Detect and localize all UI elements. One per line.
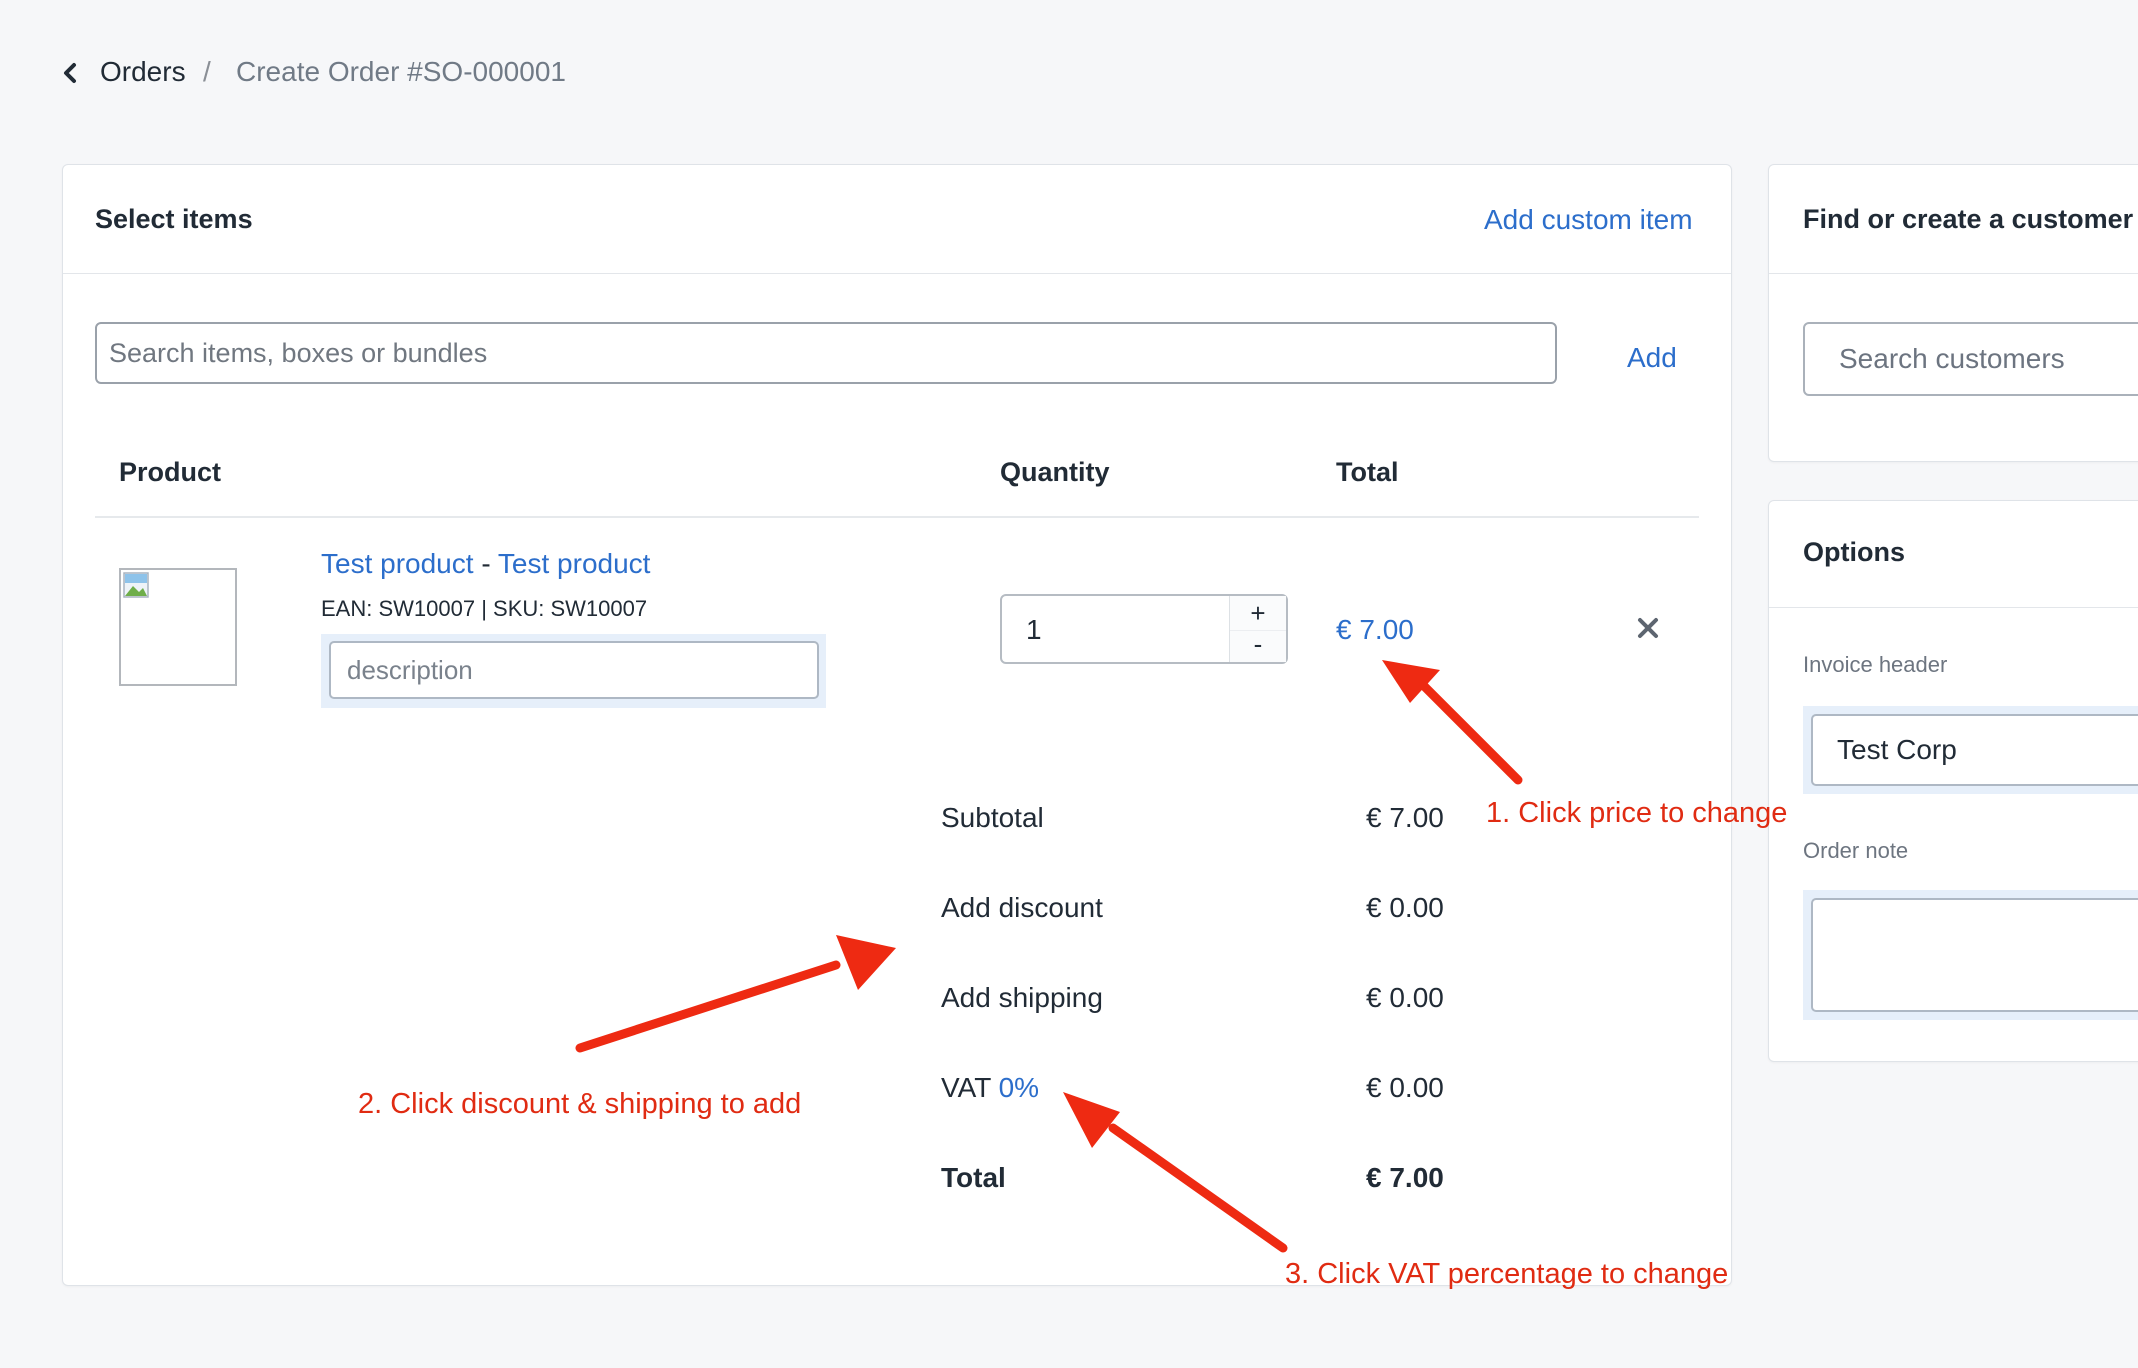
shipping-value: € 0.00 xyxy=(1366,982,1444,1013)
item-price-link[interactable]: € 7.00 xyxy=(1336,614,1414,646)
options-card-divider xyxy=(1769,607,2138,608)
order-note-label: Order note xyxy=(1803,838,1909,863)
table-header-divider xyxy=(95,516,1699,518)
breadcrumb-current-page: Create Order #SO-000001 xyxy=(236,56,566,87)
breadcrumb-separator: / xyxy=(203,56,211,87)
select-items-title: Select items xyxy=(95,204,253,234)
close-x-icon[interactable] xyxy=(1634,614,1662,642)
quantity-buttons: + - xyxy=(1229,596,1286,662)
vat-row-label: VAT 0% xyxy=(941,1072,1039,1104)
column-header-total: Total xyxy=(1336,457,1399,487)
vat-percentage-link[interactable]: 0% xyxy=(999,1072,1039,1103)
quantity-stepper[interactable]: 1 + - xyxy=(1000,594,1288,664)
annotation-note-1: 1. Click price to change xyxy=(1486,797,1788,829)
customer-card-title: Find or create a customer xyxy=(1803,204,2134,234)
description-input[interactable]: description xyxy=(329,641,819,699)
total-label: Total xyxy=(941,1162,1006,1193)
order-note-wrapper xyxy=(1803,890,2138,1020)
subtotal-label: Subtotal xyxy=(941,802,1044,833)
vat-value: € 0.00 xyxy=(1366,1072,1444,1103)
chevron-left-icon[interactable] xyxy=(60,58,82,88)
description-field-wrapper: description xyxy=(321,634,826,708)
product-name-separator: - xyxy=(481,548,491,579)
product-ean-sku: EAN: SW10007 | SKU: SW10007 xyxy=(321,596,648,621)
search-items-input[interactable]: Search items, boxes or bundles xyxy=(95,322,1557,384)
search-customers-input[interactable]: Search customers xyxy=(1803,322,2138,396)
annotation-note-2: 2. Click discount & shipping to add xyxy=(358,1088,802,1120)
card-header-divider xyxy=(63,273,1731,274)
product-name[interactable]: Test product xyxy=(321,548,474,579)
add-custom-item-link[interactable]: Add custom item xyxy=(1484,204,1693,236)
product-thumbnail xyxy=(119,568,237,686)
total-value: € 7.00 xyxy=(1366,1162,1444,1193)
invoice-header-input[interactable]: Test Corp xyxy=(1811,714,2138,786)
invoice-header-wrapper: Test Corp xyxy=(1803,706,2138,794)
annotation-note-3: 3. Click VAT percentage to change xyxy=(1285,1258,1729,1290)
quantity-decrement-button[interactable]: - xyxy=(1230,630,1286,661)
add-discount-link[interactable]: Add discount xyxy=(941,892,1103,924)
quantity-increment-button[interactable]: + xyxy=(1230,598,1286,628)
options-title: Options xyxy=(1803,537,1905,567)
broken-image-icon xyxy=(123,572,149,598)
breadcrumb-orders-link[interactable]: Orders xyxy=(100,56,186,88)
invoice-header-label: Invoice header xyxy=(1803,652,1948,677)
discount-value: € 0.00 xyxy=(1366,892,1444,923)
order-note-textarea[interactable] xyxy=(1811,898,2138,1012)
add-shipping-link[interactable]: Add shipping xyxy=(941,982,1103,1014)
quantity-value[interactable]: 1 xyxy=(1026,614,1042,646)
column-header-quantity: Quantity xyxy=(1000,457,1110,487)
column-header-product: Product xyxy=(119,457,222,487)
customer-card-divider xyxy=(1769,273,2138,274)
subtotal-value: € 7.00 xyxy=(1366,802,1444,833)
product-variant[interactable]: Test product xyxy=(498,548,651,579)
add-item-button[interactable]: Add xyxy=(1627,342,1677,374)
vat-label: VAT xyxy=(941,1072,991,1103)
product-name-link[interactable]: Test product - Test product xyxy=(321,548,650,580)
